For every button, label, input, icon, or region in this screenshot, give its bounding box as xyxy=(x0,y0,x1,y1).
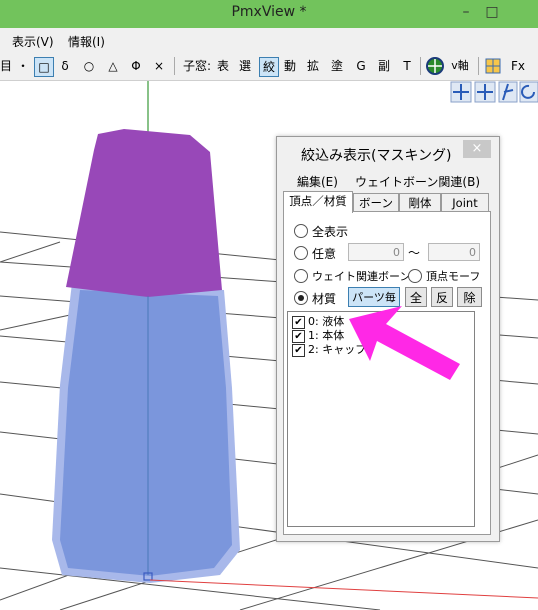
annotation-arrow-overlay xyxy=(349,306,460,380)
annotation-arrow-icon xyxy=(349,306,460,380)
tab-vertex-material[interactable]: 頂点／材質 xyxy=(283,191,353,213)
